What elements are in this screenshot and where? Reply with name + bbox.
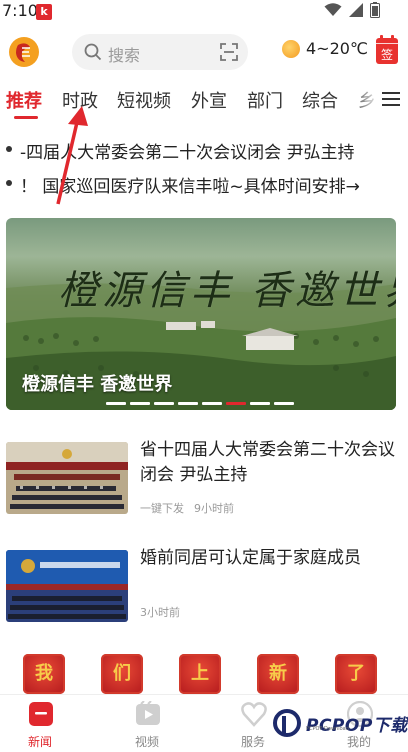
tab-recommend[interactable]: 推荐 [6,87,42,113]
annotation-arrow-icon [56,106,88,205]
search-placeholder: 搜索 [108,46,141,65]
news-icon [29,702,53,726]
seal-tile: 上 [179,654,221,694]
news-thumbnail [6,550,128,622]
tab-general[interactable]: 综合 [302,87,338,113]
carousel-dot [130,402,150,405]
bullet-icon [6,180,12,186]
news-item[interactable]: 婚前同居可认定属于家庭成员 3小时前 [6,548,402,622]
carousel-dot [250,402,270,405]
app-notification-icon: k [36,4,52,20]
watermark: PCPOP下载 PCPOP Download [272,708,408,738]
tab-short-video[interactable]: 短视频 [117,87,171,113]
active-tab-indicator [14,116,38,119]
video-icon [136,701,160,725]
banner-caption: 橙源信丰 香邀世界 [22,374,173,395]
watermark-logo-icon [273,709,301,737]
promo-seals[interactable]: 我 们 上 新 了 [0,654,408,694]
banner-calligraphy: 橙源信丰 香邀世界 [58,268,396,314]
carousel-dot [274,402,294,405]
hero-banner[interactable]: 橙源信丰 香邀世界 橙源信丰 香邀世界 [6,218,396,410]
watermark-sub: PCPOP Download [306,726,349,732]
status-time: 7:10 [2,1,38,20]
sun-icon [282,39,300,58]
battery-icon [370,2,380,18]
nav-video[interactable]: 视频 [115,699,179,749]
nav-news[interactable]: 新闻 [8,699,72,749]
seal-tile: 们 [101,654,143,694]
seal-tile: 我 [23,654,65,694]
temperature-range: 4~20℃ [306,39,368,58]
search-bar[interactable]: 搜索 [72,34,248,70]
news-title: 婚前同居可认定属于家庭成员 [140,548,361,568]
carousel-dot [202,402,222,405]
nav-video-label: 视频 [134,735,159,749]
search-icon [84,43,102,61]
news-title: 省十四届人大常委会第二十次会议闭会 尹弘主持 [140,440,395,485]
news-source: 一键下发 [140,502,184,515]
news-meta: 一键下发 9小时前 [140,500,234,516]
app-logo-icon[interactable] [8,36,40,68]
news-thumbnail [6,442,128,514]
system-icons [324,2,380,18]
tab-fade [350,84,380,116]
checkin-calendar-button[interactable]: 签 [376,35,398,64]
news-time: 3小时前 [140,606,180,619]
scan-icon[interactable] [220,43,238,61]
service-icon [241,702,267,727]
bullet-icon [6,146,12,152]
tab-departments[interactable]: 部门 [247,87,283,113]
nav-news-label: 新闻 [27,735,52,749]
news-item[interactable]: 省十四届人大常委会第二十次会议闭会 尹弘主持 一键下发 9小时前 [6,440,402,516]
carousel-dot [154,402,174,405]
carousel-indicator [106,402,294,405]
checkin-label: 签 [380,48,393,62]
app-header: 搜索 4~20℃ 签 [0,30,408,74]
wifi-icon [324,3,342,16]
news-meta: 3小时前 [140,604,180,620]
seal-tile: 新 [257,654,299,694]
weather-widget[interactable]: 4~20℃ [282,39,368,58]
seal-tile: 了 [335,654,377,694]
news-time: 9小时前 [194,502,234,515]
menu-icon[interactable] [382,91,400,107]
status-bar: 7:10 k [0,0,408,24]
signal-icon [349,3,363,17]
tab-publicity[interactable]: 外宣 [191,87,227,113]
carousel-dot [106,402,126,405]
carousel-dot [178,402,198,405]
carousel-dot [226,402,246,405]
